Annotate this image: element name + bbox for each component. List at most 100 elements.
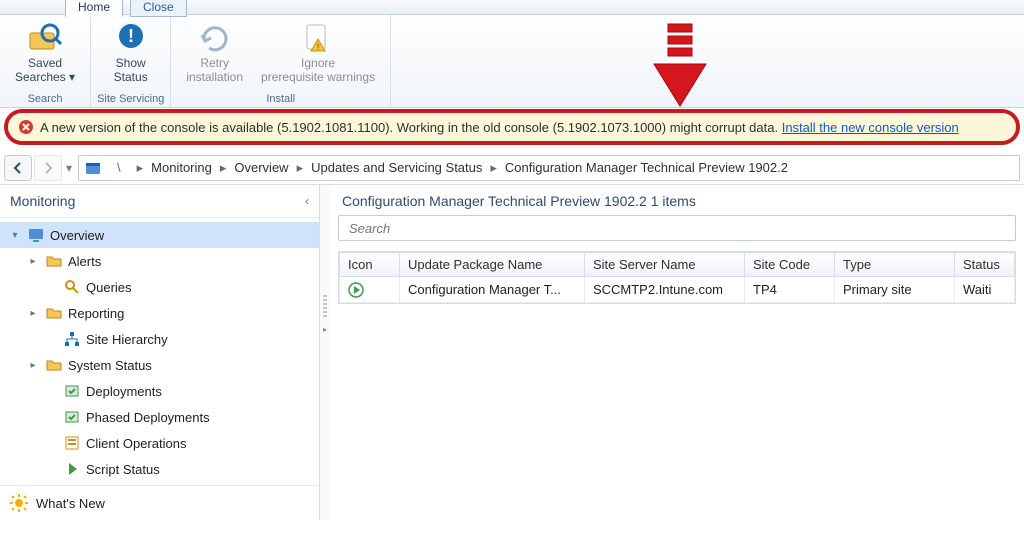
whats-new-label: What's New (36, 496, 105, 511)
saved-searches-button[interactable]: Saved Searches ▾ (6, 17, 84, 93)
tab-close[interactable]: Close (130, 0, 187, 17)
error-icon (18, 119, 34, 135)
breadcrumb[interactable]: \▸ Monitoring▸ Overview▸ Updates and Ser… (78, 155, 1020, 181)
notification-text: A new version of the console is availabl… (40, 120, 959, 135)
breadcrumb-seg-3[interactable]: Configuration Manager Technical Preview … (505, 160, 788, 175)
query-icon (64, 279, 80, 295)
expand-icon[interactable]: ▸ (26, 360, 40, 371)
search-input[interactable] (347, 220, 1007, 237)
nav-row: ▾ \▸ Monitoring▸ Overview▸ Updates and S… (0, 151, 1024, 185)
sidebar-item-queries[interactable]: Queries (0, 274, 319, 300)
sidebar-item-reporting[interactable]: ▸ Reporting (0, 300, 319, 326)
cell-type: Primary site (835, 277, 955, 303)
retry-icon (198, 21, 232, 55)
sidebar-item-label: Phased Deployments (86, 410, 210, 425)
warning-doc-icon: ! (301, 21, 335, 55)
content-pane: Configuration Manager Technical Preview … (330, 185, 1024, 520)
nav-back-button[interactable] (4, 155, 32, 181)
grid-header-row: IconUpdate Package NameSite Server NameS… (340, 253, 1015, 277)
col-site-code[interactable]: Site Code (745, 253, 835, 277)
sidebar-item-label: Queries (86, 280, 132, 295)
notification-bar: A new version of the console is availabl… (8, 113, 1016, 141)
show-status-button[interactable]: ! Show Status (99, 17, 163, 93)
cell-status: Waiti (955, 277, 1015, 303)
results-grid: IconUpdate Package NameSite Server NameS… (338, 251, 1016, 304)
tab-home[interactable]: Home (65, 0, 123, 17)
cell-code: TP4 (745, 277, 835, 303)
ribbon-group-site: ! Show Status Site Servicing (91, 15, 171, 107)
folder-icon (46, 357, 62, 373)
install-new-console-link[interactable]: Install the new console version (782, 120, 959, 135)
col-update-package-name[interactable]: Update Package Name (400, 253, 585, 277)
table-row[interactable]: Configuration Manager T...SCCMTP2.Intune… (340, 277, 1015, 303)
hierarchy-icon (64, 331, 80, 347)
col-type[interactable]: Type (835, 253, 955, 277)
arrow-right-icon (42, 162, 54, 174)
magnifier-folder-icon (28, 21, 62, 55)
main-split: Monitoring ‹ ▾ Overview ▸ Alerts Queries ▸ Rep… (0, 185, 1024, 520)
sidebar-item-deployments[interactable]: Deployments (0, 378, 319, 404)
ribbon-group-search: Saved Searches ▾ Search (0, 15, 91, 107)
script-icon (64, 461, 80, 477)
expand-icon[interactable]: ▸ (26, 308, 40, 319)
content-heading: Configuration Manager Technical Preview … (330, 185, 1024, 215)
client-icon (64, 435, 80, 451)
ribbon-group-label-site: Site Servicing (97, 93, 164, 107)
info-shield-icon: ! (114, 21, 148, 55)
ignore-prereq-button: ! Ignore prerequisite warnings (252, 17, 384, 93)
sidebar-whats-new[interactable]: What's New (0, 485, 319, 520)
svg-text:!: ! (317, 42, 320, 52)
col-status[interactable]: Status (955, 253, 1015, 277)
sidebar-item-client-operations[interactable]: Client Operations (0, 430, 319, 456)
expand-icon[interactable]: ▾ (8, 230, 22, 241)
col-icon[interactable]: Icon (340, 253, 400, 277)
sidebar-item-label: Alerts (68, 254, 101, 269)
deploy-icon (64, 383, 80, 399)
notification-bar-wrap: A new version of the console is availabl… (4, 109, 1020, 145)
sidebar-item-overview[interactable]: ▾ Overview (0, 222, 319, 248)
breadcrumb-seg-1[interactable]: Overview (234, 160, 288, 175)
col-site-server-name[interactable]: Site Server Name (584, 253, 744, 277)
sidebar-collapse-button[interactable]: ‹ (305, 194, 309, 208)
sidebar: Monitoring ‹ ▾ Overview ▸ Alerts Queries ▸ Rep… (0, 185, 320, 520)
breadcrumb-home-icon (85, 160, 101, 176)
sun-icon (10, 494, 28, 512)
sidebar-item-label: Client Operations (86, 436, 186, 451)
sidebar-item-label: System Status (68, 358, 152, 373)
ignore-prereq-label: Ignore prerequisite warnings (261, 56, 375, 84)
expand-icon[interactable]: ▸ (26, 256, 40, 267)
arrow-left-icon (12, 162, 24, 174)
sidebar-tree: ▾ Overview ▸ Alerts Queries ▸ Reporting Site Hi… (0, 218, 319, 485)
saved-searches-label: Saved Searches ▾ (15, 56, 75, 84)
folder-icon (46, 253, 62, 269)
ribbon-group-label-search: Search (6, 93, 84, 107)
search-box[interactable] (338, 215, 1016, 241)
sidebar-item-alerts[interactable]: ▸ Alerts (0, 248, 319, 274)
cell-upn: Configuration Manager T... (400, 277, 585, 303)
sidebar-item-label: Reporting (68, 306, 124, 321)
nav-dropdown[interactable]: ▾ (64, 161, 74, 175)
breadcrumb-seg-0[interactable]: Monitoring (151, 160, 212, 175)
sidebar-item-script-status[interactable]: Script Status (0, 456, 319, 482)
sidebar-item-label: Site Hierarchy (86, 332, 168, 347)
retry-installation-label: Retry installation (186, 56, 243, 84)
ribbon: Saved Searches ▾ Search ! Show Status Si… (0, 15, 1024, 108)
breadcrumb-seg-2[interactable]: Updates and Servicing Status (311, 160, 482, 175)
nav-forward-button[interactable] (34, 155, 62, 181)
sidebar-item-label: Overview (50, 228, 104, 243)
svg-text:!: ! (128, 26, 134, 46)
sidebar-item-site-hierarchy[interactable]: Site Hierarchy (0, 326, 319, 352)
retry-installation-button: Retry installation (177, 17, 252, 93)
sidebar-item-phased-deployments[interactable]: Phased Deployments (0, 404, 319, 430)
folder-icon (46, 305, 62, 321)
sidebar-item-system-status[interactable]: ▸ System Status (0, 352, 319, 378)
sidebar-item-label: Script Status (86, 462, 160, 477)
show-status-label: Show Status (114, 56, 148, 84)
ribbon-group-install: Retry installation ! Ignore prerequisite… (171, 15, 391, 107)
sidebar-title: Monitoring ‹ (0, 185, 319, 218)
play-icon (348, 282, 364, 298)
monitor-icon (28, 227, 44, 243)
tab-strip: Home Close (0, 0, 1024, 15)
splitter-handle[interactable]: ▸ (320, 185, 330, 520)
cell-server: SCCMTP2.Intune.com (584, 277, 744, 303)
